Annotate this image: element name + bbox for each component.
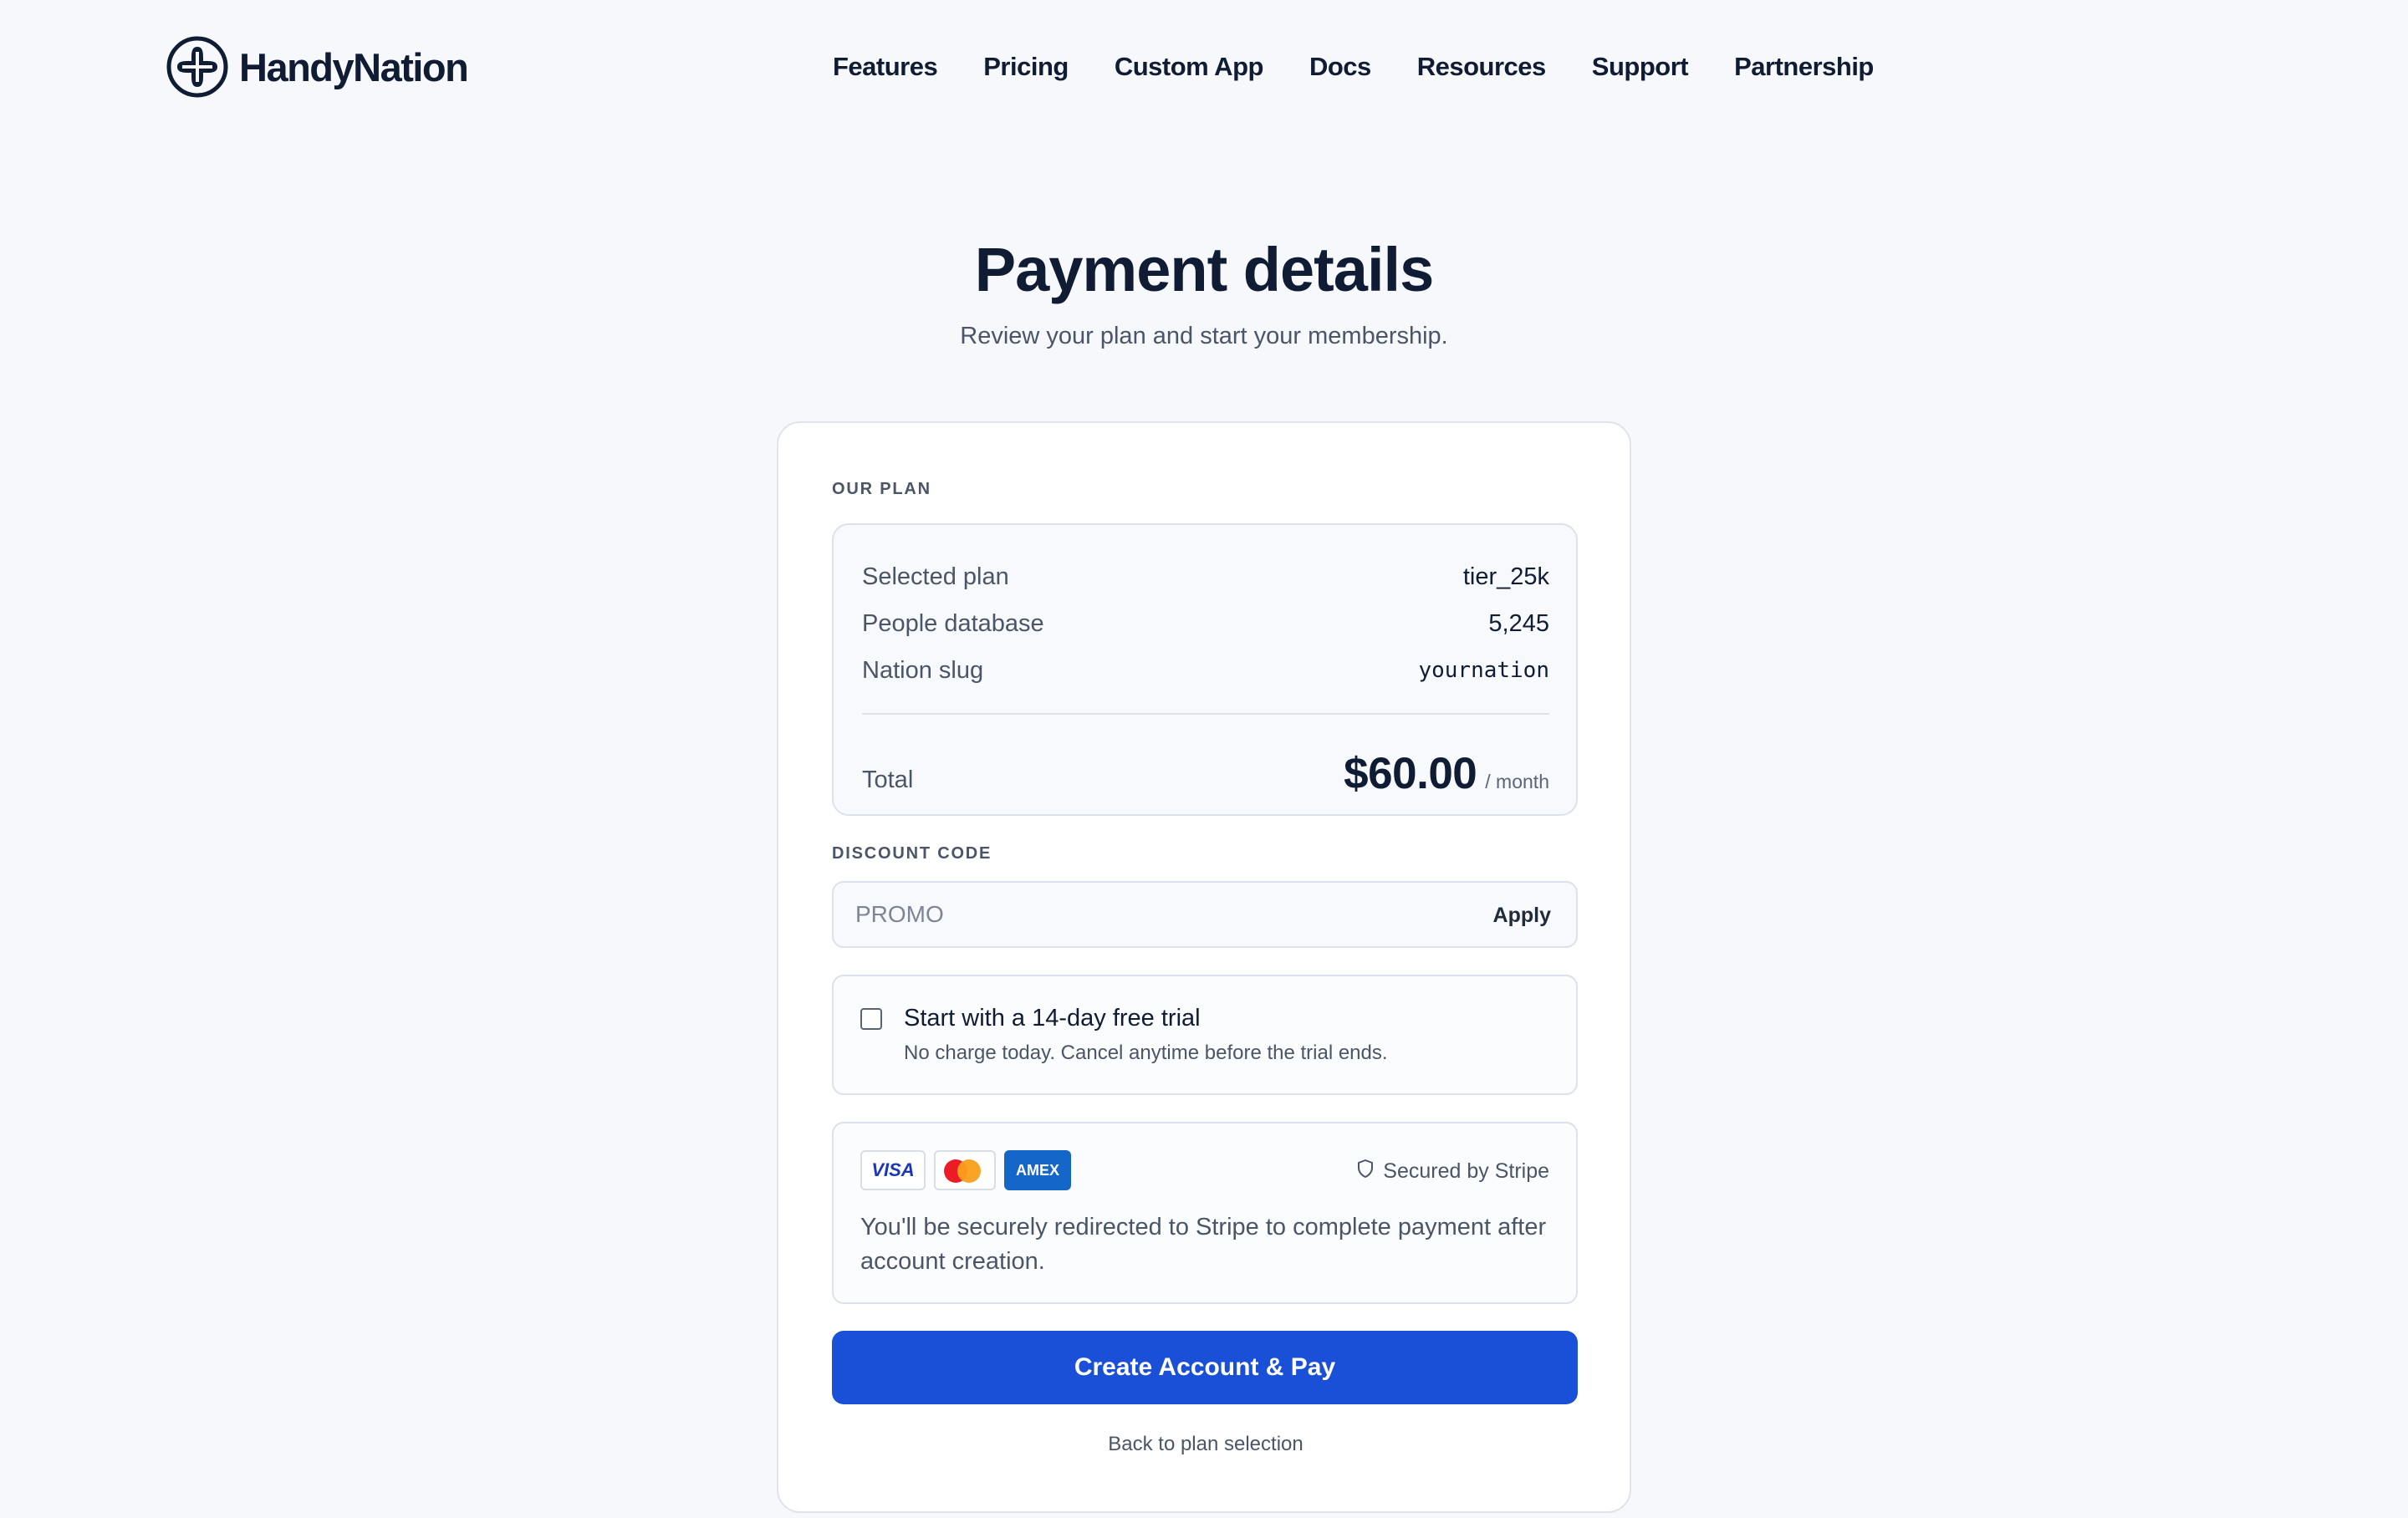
total-period: / month [1485,771,1549,792]
free-trial-title: Start with a 14-day free trial [904,1005,1201,1032]
free-trial-checkbox[interactable] [860,1008,882,1030]
plan-row-value: 5,245 [1488,609,1549,637]
plan-row-nation-slug: Nation slug yournation [862,654,1549,687]
nav-item-resources[interactable]: Resources [1417,52,1547,82]
main-nav: Features Pricing Custom App Docs Resourc… [833,47,1874,87]
nav-item-support[interactable]: Support [1592,52,1689,82]
plan-total-row: Total $60.00 / month [862,741,1549,799]
plan-divider [862,713,1549,715]
create-account-pay-button[interactable]: Create Account & Pay [832,1331,1578,1404]
free-trial-description: No charge today. Cancel anytime before t… [904,1042,1388,1064]
plan-row-value: tier_25k [1462,563,1549,590]
mastercard-yellow-circle [957,1159,981,1183]
brand-logo[interactable]: HandyNation [166,35,469,99]
page: HandyNation Features Pricing Custom App … [0,0,2408,1518]
brand-name: HandyNation [239,44,469,89]
back-to-plan-selection-link[interactable]: Back to plan selection [778,1433,1633,1456]
nav-item-pricing[interactable]: Pricing [983,52,1069,82]
card-brand-logos: VISA AMEX [860,1150,1079,1190]
plan-row-key: People database [862,609,1044,637]
nav-item-custom-app[interactable]: Custom App [1115,52,1264,82]
nav-item-docs[interactable]: Docs [1309,52,1371,82]
nav-item-partnership[interactable]: Partnership [1734,52,1874,82]
payment-info-box: VISA AMEX Secured by Stripe You'll be se… [832,1122,1578,1304]
visa-logo-icon: VISA [860,1150,926,1190]
plan-row-key: Selected plan [862,563,1009,590]
discount-code-input[interactable] [835,884,1471,945]
total-label: Total [862,767,914,793]
nav-item-features[interactable]: Features [833,52,938,82]
handynation-cross-icon [166,35,229,99]
total-value: $60.00 / month [1344,748,1549,799]
plan-row-value: yournation [1418,658,1549,683]
mastercard-logo-icon [934,1150,996,1190]
discount-field: Apply [832,881,1578,948]
top-header: HandyNation Features Pricing Custom App … [0,0,2408,134]
secured-label: Secured by Stripe [1383,1159,1549,1183]
apply-discount-button[interactable]: Apply [1493,899,1551,931]
plan-row-people-database: People database 5,245 [862,607,1549,640]
total-amount: $60.00 [1344,749,1477,798]
plan-row-selected-plan: Selected plan tier_25k [862,560,1549,593]
amex-logo-icon: AMEX [1004,1150,1071,1190]
free-trial-option[interactable]: Start with a 14-day free trial No charge… [832,975,1578,1095]
page-title: Payment details [974,235,1434,304]
payment-card: OUR PLAN Selected plan tier_25k People d… [777,421,1631,1513]
shield-icon [1356,1159,1383,1184]
plan-section-label: OUR PLAN [832,480,931,498]
plan-summary: Selected plan tier_25k People database 5… [832,523,1578,816]
stripe-redirect-note: You'll be securely redirected to Stripe … [860,1214,1547,1275]
plan-row-key: Nation slug [862,656,984,684]
discount-section-label: DISCOUNT CODE [832,844,992,863]
secured-by-stripe: Secured by Stripe [1356,1159,1549,1184]
page-subtitle: Review your plan and start your membersh… [960,323,1448,349]
